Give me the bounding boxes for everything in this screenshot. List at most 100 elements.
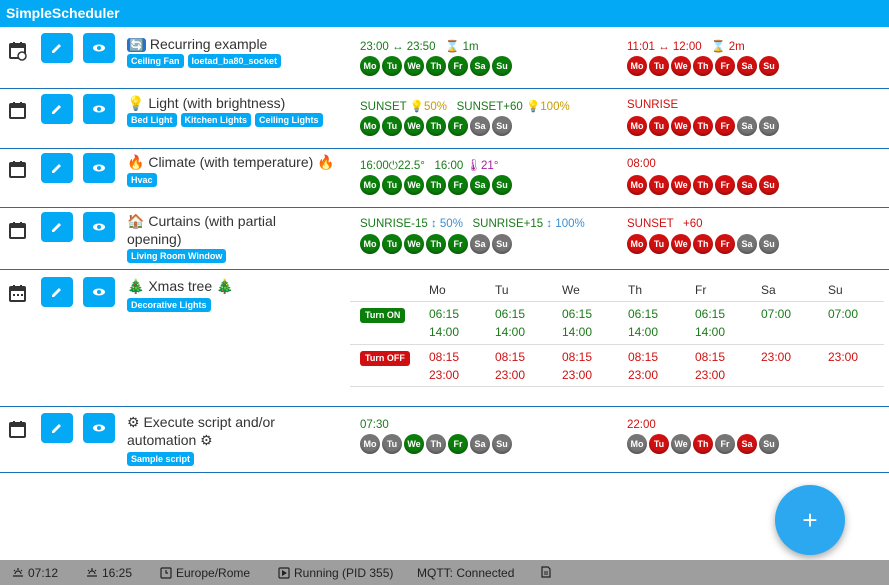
weekday-header: Fr — [695, 283, 707, 297]
off-days: Mo Tu We Th Fr Sa Su — [627, 234, 779, 254]
mqtt-status: MQTT: Connected — [417, 566, 515, 580]
day-badge: Mo — [360, 116, 380, 136]
day-badge: Fr — [448, 234, 468, 254]
on-times: 06:15 14:00 — [562, 307, 593, 339]
day-badge: Tu — [382, 234, 402, 254]
day-badge: Sa — [470, 56, 490, 76]
entity-tag[interactable]: Decorative Lights — [127, 298, 211, 312]
edit-button[interactable] — [41, 33, 73, 63]
schedule-title: 💡 Light (with brightness) — [127, 95, 286, 111]
day-badge: Tu — [382, 175, 402, 195]
schedule-title: 🔄 Recurring example — [127, 36, 268, 52]
off-times: 08:15 23:00 — [429, 350, 460, 382]
eye-icon — [93, 164, 105, 172]
tree-icon: 🎄 — [127, 278, 145, 294]
add-schedule-button[interactable]: + — [775, 485, 845, 555]
schedule-row: 🔥 Climate (with temperature) 🔥 Hvac 16:0… — [0, 149, 889, 208]
log-file-icon[interactable] — [540, 566, 552, 578]
day-badge: Th — [426, 116, 446, 136]
weekday-header: We — [562, 283, 580, 297]
day-badge: Su — [759, 116, 779, 136]
on-times: 06:15 14:00 — [628, 307, 659, 339]
off-times: 08:15 23:00 — [628, 350, 659, 382]
view-button[interactable] — [83, 413, 115, 443]
day-badge: Mo — [627, 56, 647, 76]
view-button[interactable] — [83, 153, 115, 183]
day-badge: Fr — [448, 56, 468, 76]
eye-icon — [93, 288, 105, 296]
off-schedule-text: SUNRISE — [627, 99, 679, 111]
view-button[interactable] — [83, 33, 115, 63]
day-badge: Mo — [627, 434, 647, 454]
table-divider — [350, 301, 884, 302]
entity-tag[interactable]: loetad_ba80_socket — [187, 54, 282, 68]
off-schedule-text: SUNSET +60 — [627, 218, 703, 230]
lightbulb-icon: 💡 — [127, 95, 145, 111]
off-days: Mo Tu We Th Fr Sa Su — [627, 56, 779, 76]
entity-tag[interactable]: Bed Light — [127, 113, 177, 127]
entity-tag[interactable]: Ceiling Lights — [255, 113, 323, 127]
schedule-title: ⚙ Execute script and/or automation ⚙ — [127, 414, 275, 448]
edit-button[interactable] — [41, 212, 73, 242]
entity-tag[interactable]: Kitchen Lights — [180, 113, 251, 127]
off-times: 23:00 — [828, 350, 859, 364]
day-badge: Su — [759, 56, 779, 76]
view-button[interactable] — [83, 94, 115, 124]
entity-tags: Sample script — [127, 452, 195, 466]
schedule-row: 🏠 Curtains (with partial opening) Living… — [0, 208, 889, 270]
day-badge: Su — [759, 434, 779, 454]
weekday-header: Th — [628, 283, 643, 297]
day-badge: Su — [492, 175, 512, 195]
pencil-icon — [52, 105, 61, 114]
entity-tags: Bed Light Kitchen Lights Ceiling Lights — [127, 113, 323, 127]
off-days: Mo Tu We Th Fr Sa Su — [627, 434, 779, 454]
calendar-icon — [9, 421, 26, 438]
day-badge: Sa — [470, 434, 490, 454]
on-times: 06:15 14:00 — [429, 307, 460, 339]
timezone-icon — [160, 567, 172, 579]
day-badge: Su — [492, 56, 512, 76]
edit-button[interactable] — [41, 413, 73, 443]
entity-tag[interactable]: Living Room Window — [127, 249, 227, 263]
view-button[interactable] — [83, 277, 115, 307]
edit-button[interactable] — [41, 277, 73, 307]
on-times: 07:00 — [761, 307, 792, 321]
day-badge: Tu — [649, 116, 669, 136]
pencil-icon — [52, 424, 61, 433]
edit-button[interactable] — [41, 94, 73, 124]
day-badge: Sa — [470, 234, 490, 254]
day-badge: Mo — [360, 234, 380, 254]
edit-button[interactable] — [41, 153, 73, 183]
day-badge: Mo — [627, 234, 647, 254]
on-days: Mo Tu We Th Fr Sa Su — [360, 175, 512, 195]
fire-icon: 🔥 — [127, 154, 145, 170]
day-badge: Tu — [649, 434, 669, 454]
table-divider — [350, 344, 884, 345]
on-schedule-text: SUNSET 💡50% SUNSET+60 💡100% — [360, 101, 570, 113]
house-icon: 🏠 — [127, 213, 145, 229]
pencil-icon — [52, 223, 61, 232]
day-badge: Tu — [382, 56, 402, 76]
entity-tag[interactable]: Hvac — [127, 173, 157, 187]
sunset-status: 16:25 — [86, 566, 132, 580]
day-badge: Tu — [382, 116, 402, 136]
off-times: 08:15 23:00 — [562, 350, 593, 382]
turn-on-badge: Turn ON — [360, 308, 406, 323]
day-badge: Th — [426, 175, 446, 195]
recurring-icon: 🔄 — [127, 38, 146, 52]
weekday-header: Tu — [495, 283, 509, 297]
eye-icon — [93, 44, 105, 52]
eye-icon — [93, 105, 105, 113]
entity-tag[interactable]: Ceiling Fan — [127, 54, 184, 68]
off-times: 08:15 23:00 — [495, 350, 526, 382]
run-icon — [278, 567, 290, 579]
document-icon — [541, 566, 551, 578]
view-button[interactable] — [83, 212, 115, 242]
entity-tag[interactable]: Sample script — [127, 452, 195, 466]
day-badge: Fr — [448, 116, 468, 136]
day-badge: Sa — [470, 116, 490, 136]
schedule-title: 🏠 Curtains (with partial opening) — [127, 213, 276, 247]
day-badge: We — [671, 56, 691, 76]
on-schedule-text: SUNRISE-15 ↕ 50% SUNRISE+15 ↕ 100% — [360, 218, 585, 230]
schedule-row: 🔄 Recurring example Ceiling Fan loetad_b… — [0, 27, 889, 89]
